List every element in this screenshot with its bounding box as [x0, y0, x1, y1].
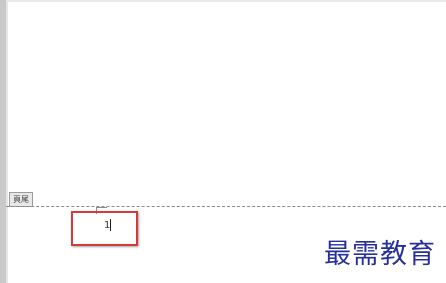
text-caret [110, 219, 111, 231]
footer-label-tab[interactable]: 頁尾 [9, 192, 33, 207]
page-edge-shadow [6, 0, 8, 283]
footer-boundary-line [6, 206, 446, 207]
page-top-edge [6, 0, 446, 2]
watermark-logo-text: 最需教育 [324, 239, 436, 270]
